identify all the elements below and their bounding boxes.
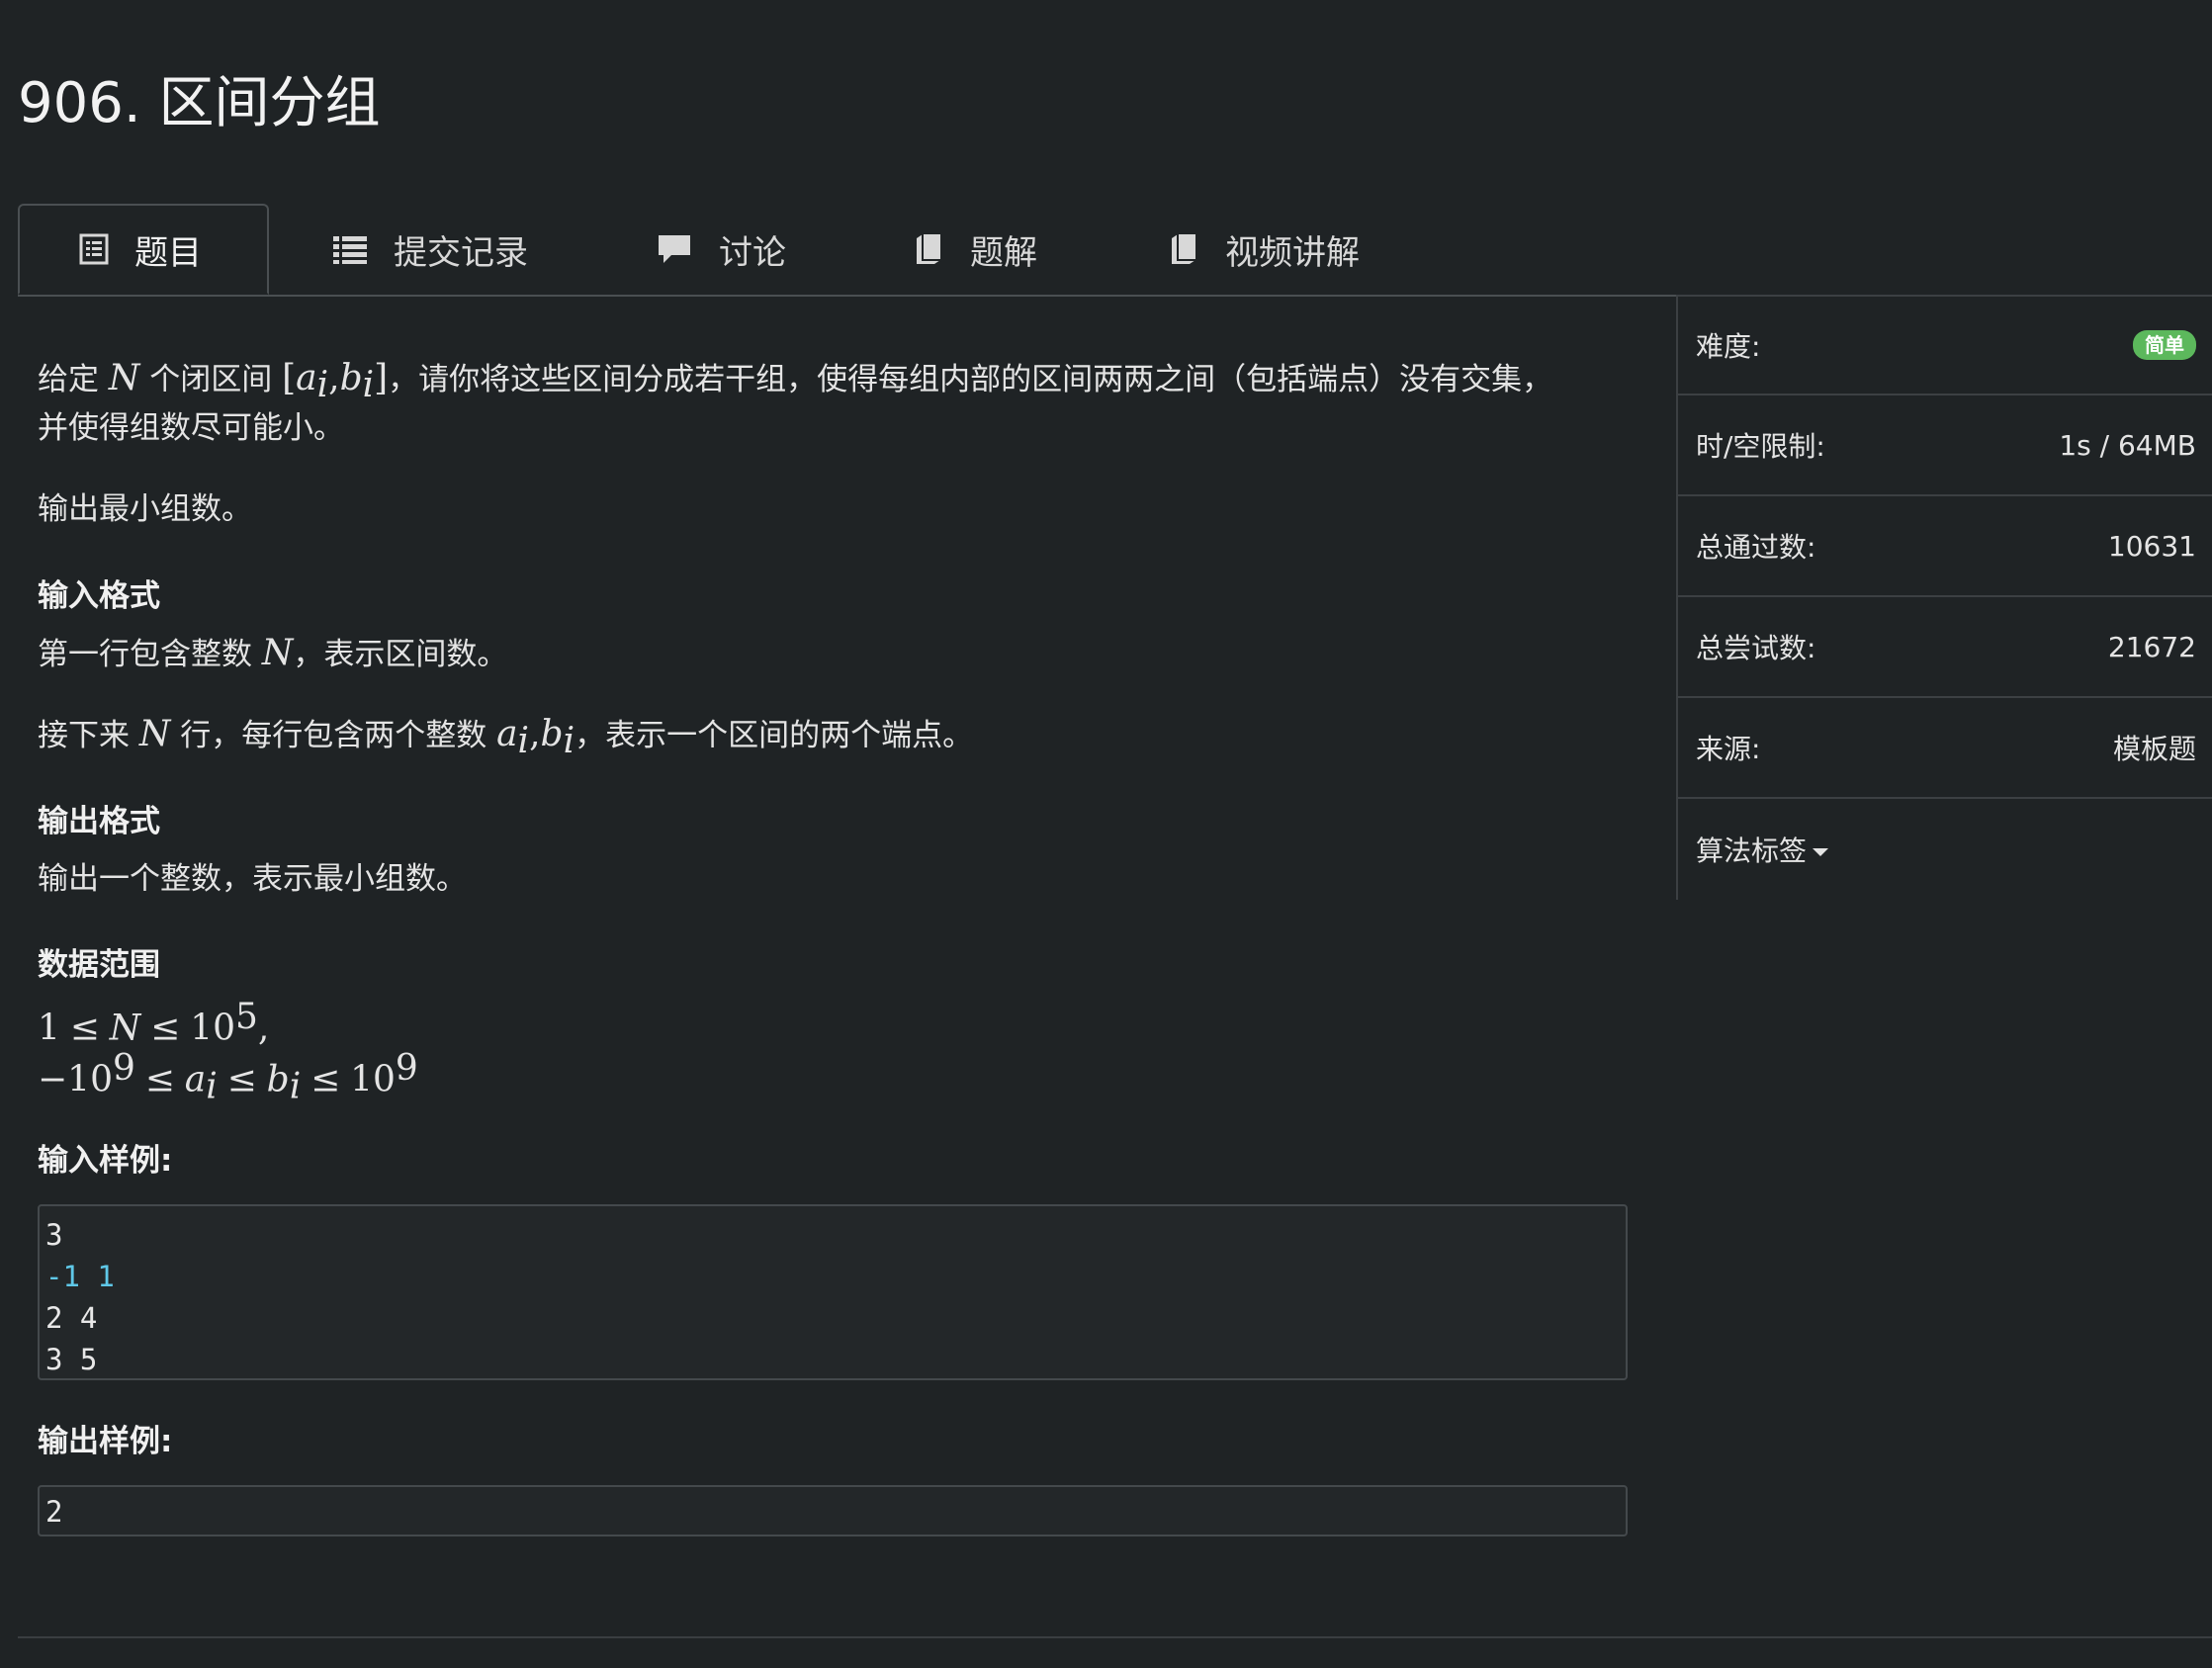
tab-video[interactable]: 视频讲解: [1168, 204, 1360, 295]
input-format-line-1: 第一行包含整数 N，表示区间数。: [38, 633, 508, 673]
difficulty-row: 难度: 简单: [1678, 295, 2212, 395]
code-line: 2 4: [45, 1301, 98, 1335]
tab-label: 提交记录: [394, 232, 528, 273]
statement-line-1: 给定 N 个闭区间 [ai,bi]，请你将这些区间分成若干组，使得每组内部的区间…: [38, 358, 1553, 406]
tab-label: 视频讲解: [1225, 232, 1360, 273]
tried-label: 总尝试数:: [1696, 632, 1816, 664]
footer-divider: [18, 1636, 2212, 1638]
sample-input-box[interactable]: 3 -1 1 2 4 3 5: [38, 1204, 1628, 1380]
limit-value: 1s / 64MB: [2059, 428, 2196, 462]
passed-row: 总通过数: 10631: [1678, 496, 2212, 597]
tab-bar: 题目 提交记录 讨论 题解 视频讲解: [18, 204, 2212, 297]
passed-value: 10631: [2107, 529, 2196, 563]
statement-output-min: 输出最小组数。: [38, 491, 252, 527]
sample-output-box[interactable]: 2: [38, 1485, 1628, 1536]
input-format-line-2: 接下来 N 行，每行包含两个整数 ai,bi，表示一个区间的两个端点。: [38, 714, 974, 762]
code-line: 2: [45, 1495, 63, 1529]
tab-label: 题目: [134, 232, 202, 273]
book-icon: [1168, 232, 1199, 266]
page-title: 906. 区间分组: [18, 71, 381, 135]
input-format-heading: 输入格式: [38, 578, 160, 614]
tab-discussion[interactable]: 讨论: [656, 204, 786, 295]
tried-value: 21672: [2107, 630, 2196, 663]
algorithm-tags-toggle[interactable]: 算法标签: [1696, 830, 1829, 869]
code-line: 3 5: [45, 1343, 98, 1376]
tab-label: 题解: [970, 232, 1037, 273]
data-range-line-2: −109 ≤ ai ≤ bi ≤ 109: [38, 1048, 418, 1107]
problem-info-sidebar: 难度: 简单 时/空限制: 1s / 64MB 总通过数: 10631 总尝试数…: [1676, 295, 2212, 900]
book-icon: [913, 232, 944, 266]
code-line: -1 1: [45, 1260, 115, 1293]
tab-label: 讨论: [719, 232, 786, 273]
document-icon: [79, 233, 109, 265]
difficulty-label: 难度:: [1696, 330, 1761, 363]
code-line: 3: [45, 1218, 63, 1252]
tags-label: 算法标签: [1696, 834, 1808, 867]
statement-line-2: 并使得组数尽可能小。: [38, 410, 344, 446]
tab-submissions[interactable]: 提交记录: [332, 204, 528, 295]
sample-input-heading: 输入样例:: [38, 1143, 173, 1179]
source-value: 模板题: [2112, 733, 2196, 765]
passed-label: 总通过数:: [1696, 531, 1816, 564]
tab-problem[interactable]: 题目: [18, 204, 269, 295]
caret-down-icon: [1813, 848, 1829, 856]
comment-icon: [656, 232, 693, 266]
list-icon: [332, 233, 368, 265]
tab-solutions[interactable]: 题解: [913, 204, 1037, 295]
output-format-heading: 输出格式: [38, 804, 160, 839]
limit-row: 时/空限制: 1s / 64MB: [1678, 395, 2212, 496]
source-row: 来源: 模板题: [1678, 698, 2212, 799]
difficulty-badge: 简单: [2133, 330, 2196, 360]
tags-row: 算法标签: [1678, 799, 2212, 900]
source-label: 来源:: [1696, 733, 1761, 765]
output-format-line-1: 输出一个整数，表示最小组数。: [38, 861, 467, 897]
data-range-heading: 数据范围: [38, 947, 160, 983]
tried-row: 总尝试数: 21672: [1678, 597, 2212, 698]
sample-output-heading: 输出样例:: [38, 1424, 173, 1459]
limit-label: 时/空限制:: [1696, 430, 1825, 463]
